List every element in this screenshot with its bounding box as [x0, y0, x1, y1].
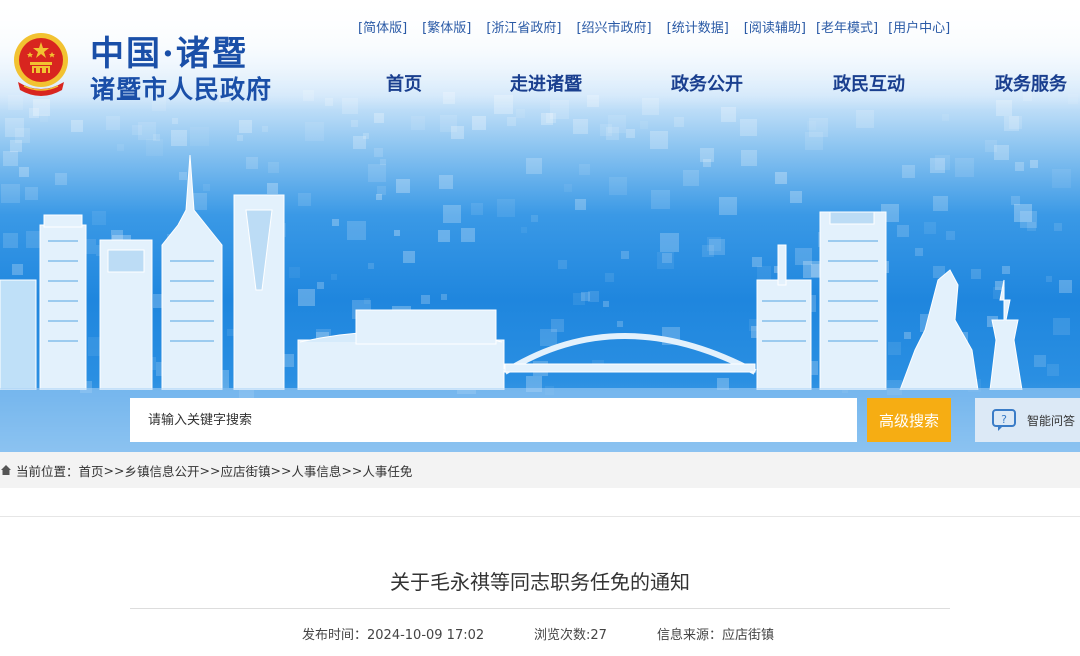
mosaic-square: [516, 109, 525, 118]
mosaic-square: [138, 122, 156, 140]
mosaic-square: [805, 132, 823, 150]
nav-item-about[interactable]: 走进诸暨: [510, 70, 582, 96]
article-source: 信息来源：应店街镇: [657, 628, 775, 643]
breadcrumb: 当前位置： 首页 >> 乡镇信息公开 >> 应店街镇 >> 人事信息 >> 人事…: [0, 452, 1080, 488]
nav-item-gov-affairs-open[interactable]: 政务公开: [671, 70, 743, 96]
mosaic-square: [190, 127, 209, 146]
home-icon: [1, 465, 11, 475]
breadcrumb-item-yingdian-town[interactable]: 应店街镇: [220, 461, 270, 480]
mosaic-square: [472, 116, 486, 130]
toplink-shaoxing-gov[interactable]: [绍兴市政府]: [576, 17, 651, 37]
breadcrumb-separator: >>: [341, 462, 363, 478]
mosaic-square: [262, 126, 268, 132]
breadcrumb-item-appointments[interactable]: 人事任免: [362, 461, 412, 480]
mosaic-square: [674, 117, 684, 127]
mosaic-square: [640, 121, 648, 129]
toplink-statistics[interactable]: [统计数据]: [667, 17, 729, 37]
mosaic-square: [411, 116, 425, 130]
city-skyline-illustration: [0, 154, 1023, 390]
mosaic-square: [440, 115, 457, 132]
header-banner: 中国·诸暨 诸暨市人民政府 [简体版] [繁体版] [浙江省政府] [绍兴市政府…: [0, 0, 1080, 452]
breadcrumb-item-home[interactable]: 首页: [79, 461, 104, 480]
mosaic-square: [351, 120, 358, 127]
advanced-search-button[interactable]: 高级搜索: [867, 398, 951, 442]
toplink-zhejiang-gov[interactable]: [浙江省政府]: [486, 17, 561, 37]
mosaic-square: [942, 114, 949, 121]
mosaic-square: [106, 116, 120, 130]
mosaic-square: [237, 135, 243, 141]
article-title: 关于毛永祺等同志职务任免的通知: [390, 570, 690, 594]
mosaic-square: [363, 133, 369, 139]
mosaic-square: [71, 120, 83, 132]
article-view-count: 浏览次数:27: [534, 628, 607, 643]
smart-qa-label: 智能问答: [1027, 413, 1076, 428]
mosaic-square: [546, 113, 556, 123]
mosaic-square: [1004, 116, 1019, 131]
mosaic-square: [807, 121, 816, 130]
section-divider: [0, 516, 1080, 517]
smart-qa-button[interactable]: ? 智能问答: [975, 398, 1080, 442]
mosaic-square: [573, 119, 588, 134]
mosaic-square: [740, 119, 757, 136]
breadcrumb-separator: >>: [103, 462, 125, 478]
mosaic-square: [239, 120, 252, 133]
mosaic-square: [606, 127, 619, 140]
toplink-reading-aid[interactable]: [阅读辅助]: [744, 17, 806, 37]
search-input[interactable]: [130, 398, 857, 442]
breadcrumb-prefix: 当前位置：: [16, 463, 79, 479]
breadcrumb-item-personnel-info[interactable]: 人事信息: [291, 461, 341, 480]
chat-bubble-icon: ?: [992, 409, 1016, 431]
title-rule: [130, 608, 950, 609]
mosaic-square: [305, 122, 324, 141]
breadcrumb-item-township-info[interactable]: 乡镇信息公开: [124, 461, 199, 480]
breadcrumb-separator: >>: [199, 462, 221, 478]
svg-text:?: ?: [1001, 413, 1007, 426]
mosaic-square: [626, 129, 635, 138]
mosaic-square: [5, 118, 24, 137]
nav-item-services[interactable]: 政务服务: [995, 70, 1067, 96]
toplink-elder-mode[interactable]: [老年模式]: [816, 17, 878, 37]
nav-item-home[interactable]: 首页: [386, 70, 422, 96]
toplink-simplified[interactable]: [简体版]: [358, 17, 407, 37]
toplink-user-center[interactable]: [用户中心]: [888, 17, 950, 37]
toplink-traditional[interactable]: [繁体版]: [422, 17, 471, 37]
site-logo-title[interactable]: 中国·诸暨: [90, 26, 248, 75]
mosaic-square: [172, 118, 178, 124]
breadcrumb-separator: >>: [270, 462, 292, 478]
page: 中国·诸暨 诸暨市人民政府 [简体版] [繁体版] [浙江省政府] [绍兴市政府…: [0, 0, 1080, 656]
mosaic-square: [650, 131, 668, 149]
mosaic-square: [171, 130, 187, 146]
article-publish-time: 发布时间：2024-10-09 17:02: [302, 628, 485, 643]
mosaic-square: [507, 117, 516, 126]
nav-item-interaction[interactable]: 政民互动: [833, 70, 905, 96]
mosaic-square: [856, 110, 874, 128]
top-utility-links: [简体版] [繁体版] [浙江省政府] [绍兴市政府] [统计数据] [阅读辅助…: [358, 17, 1080, 37]
mosaic-square: [374, 113, 384, 123]
main-nav: 首页 走进诸暨 政务公开 政民互动 政务服务: [0, 70, 1080, 96]
